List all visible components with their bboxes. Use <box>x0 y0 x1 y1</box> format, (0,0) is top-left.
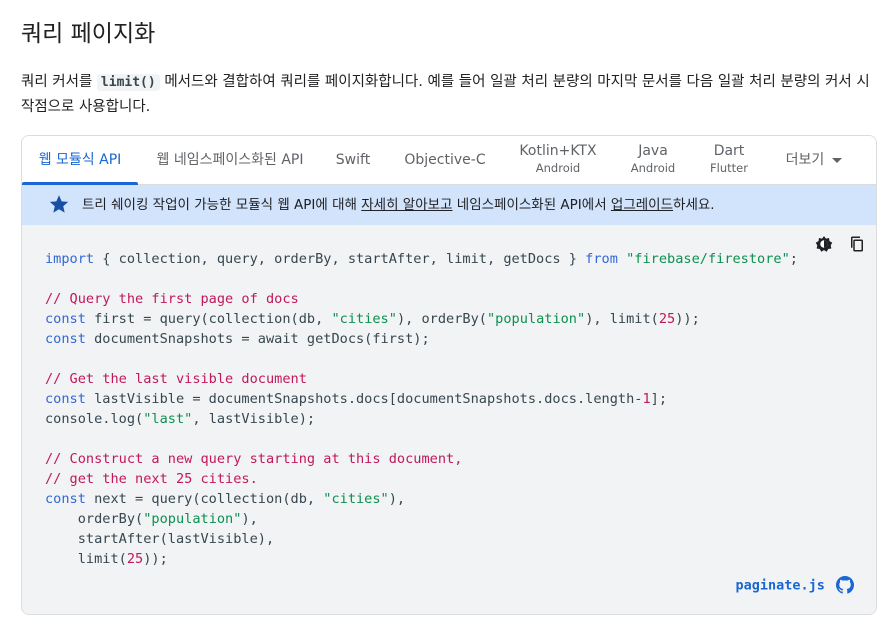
page-title: 쿼리 페이지화 <box>21 21 156 47</box>
banner-text-middle: 네임스페이스화된 API에서 <box>452 197 611 213</box>
upgrade-link[interactable]: 업그레이드 <box>611 197 673 213</box>
code-line: // Query the first page of docs <box>45 289 798 309</box>
code-line: orderBy("population"), <box>45 509 798 529</box>
code-text: )); <box>675 311 700 327</box>
code-content: import { collection, query, orderBy, sta… <box>45 249 798 569</box>
code-comment: // Query the first page of docs <box>45 291 299 307</box>
code-string: "cities" <box>331 311 397 327</box>
tab-web-namespaced[interactable]: 웹 네임스페이스화된 API <box>150 136 310 184</box>
tab-label: Objective-C <box>404 152 486 168</box>
code-line: const first = query(collection(db, "citi… <box>45 309 798 329</box>
code-comment: // Get the last visible document <box>45 371 307 387</box>
code-text: ), <box>388 491 406 507</box>
code-line: import { collection, query, orderBy, sta… <box>45 249 798 269</box>
code-number: 25 <box>658 311 676 327</box>
tab-label: Kotlin+KTX <box>519 143 597 159</box>
tab-label: 웹 네임스페이스화된 API <box>156 152 304 168</box>
code-keyword: const <box>45 331 86 347</box>
tab-java[interactable]: Java Android <box>620 136 686 184</box>
intro-code: limit() <box>96 74 160 91</box>
tab-label: Swift <box>335 152 371 168</box>
copy-icon[interactable] <box>848 235 866 253</box>
code-line: const documentSnapshots = await getDocs(… <box>45 329 798 349</box>
code-text: documentSnapshots = await getDocs(first)… <box>85 331 430 347</box>
tab-sublabel: Android <box>630 161 676 175</box>
code-string: "firebase/firestore" <box>626 251 790 267</box>
tab-more-dropdown[interactable]: 더보기 <box>774 136 854 184</box>
code-text: console.log( <box>45 411 144 427</box>
star-icon <box>49 195 69 213</box>
banner-text: 트리 쉐이킹 작업이 가능한 모듈식 웹 API에 대해 자세히 알아보고 네임… <box>82 185 715 225</box>
tab-dart[interactable]: Dart Flutter <box>700 136 758 184</box>
chevron-down-icon <box>832 157 843 163</box>
code-keyword: import <box>45 251 95 267</box>
tab-sublabel: Flutter <box>710 161 748 175</box>
code-string: "population" <box>486 311 586 327</box>
tab-label: 웹 모듈식 API <box>38 152 122 168</box>
code-line: console.log("last", lastVisible); <box>45 409 798 429</box>
code-text: orderBy( <box>45 511 144 527</box>
tab-web-modular[interactable]: 웹 모듈식 API <box>22 136 138 185</box>
tab-swift[interactable]: Swift <box>326 136 380 184</box>
code-toolbar <box>805 233 866 253</box>
code-line: startAfter(lastVisible), <box>45 529 798 549</box>
code-text: first = query(collection(db, <box>85 311 332 327</box>
code-string: "cities" <box>323 491 389 507</box>
tab-label: Dart <box>713 143 745 159</box>
code-comment: // get the next 25 cities. <box>45 471 258 487</box>
dark-mode-icon[interactable] <box>815 235 833 253</box>
code-text: { collection, query, orderBy, startAfter… <box>94 251 586 267</box>
code-comment: // Construct a new query starting at thi… <box>45 451 463 467</box>
source-file-link[interactable]: paginate.js <box>736 577 825 593</box>
intro-text-before: 쿼리 커서를 <box>21 74 97 90</box>
code-text: ), limit( <box>585 311 659 327</box>
code-keyword: from <box>585 251 618 267</box>
code-line: limit(25)); <box>45 549 798 569</box>
code-text: ; <box>789 251 798 267</box>
tab-objective-c[interactable]: Objective-C <box>395 136 495 184</box>
code-keyword: const <box>45 491 86 507</box>
code-line: const lastVisible = documentSnapshots.do… <box>45 389 798 409</box>
code-text: ), <box>241 511 258 527</box>
code-text: next = query(collection(db, <box>85 491 324 507</box>
code-line: // Construct a new query starting at thi… <box>45 449 798 469</box>
code-string: "last" <box>143 411 193 427</box>
banner-text-after: 하세요. <box>673 197 715 213</box>
code-number: 25 <box>126 551 144 567</box>
code-string: "population" <box>143 511 242 527</box>
learn-more-link[interactable]: 자세히 알아보고 <box>361 197 452 213</box>
code-line: // get the next 25 cities. <box>45 469 798 489</box>
code-text: , lastVisible); <box>192 411 316 427</box>
code-text: ]; <box>650 391 668 407</box>
github-icon[interactable] <box>836 576 854 594</box>
info-banner: 트리 쉐이킹 작업이 가능한 모듈식 웹 API에 대해 자세히 알아보고 네임… <box>22 185 876 225</box>
code-text: )); <box>143 551 168 567</box>
code-footer: paginate.js <box>736 575 854 595</box>
code-number: 1 <box>642 391 651 407</box>
code-line: const next = query(collection(db, "citie… <box>45 489 798 509</box>
code-line: // Get the last visible document <box>45 369 798 389</box>
code-text: limit( <box>45 551 127 567</box>
code-sample-card: 웹 모듈식 API 웹 네임스페이스화된 API Swift Objective… <box>21 135 877 615</box>
code-text: startAfter(lastVisible), <box>45 531 275 547</box>
intro-paragraph: 쿼리 커서를 limit() 메서드와 결합하여 쿼리를 페이지화합니다. 예를… <box>21 70 873 119</box>
banner-text-before: 트리 쉐이킹 작업이 가능한 모듈식 웹 API에 대해 <box>82 197 362 213</box>
tab-kotlin-ktx[interactable]: Kotlin+KTX Android <box>510 136 606 184</box>
language-tabs: 웹 모듈식 API 웹 네임스페이스화된 API Swift Objective… <box>22 136 876 185</box>
code-text: ), orderBy( <box>396 311 487 327</box>
code-keyword: const <box>45 311 86 327</box>
tab-label: 더보기 <box>785 152 825 168</box>
code-keyword: const <box>45 391 86 407</box>
tab-label: Java <box>638 143 668 159</box>
tab-sublabel: Android <box>535 161 581 175</box>
code-text: lastVisible = documentSnapshots.docs[doc… <box>85 391 643 407</box>
code-block: import { collection, query, orderBy, sta… <box>22 225 876 614</box>
